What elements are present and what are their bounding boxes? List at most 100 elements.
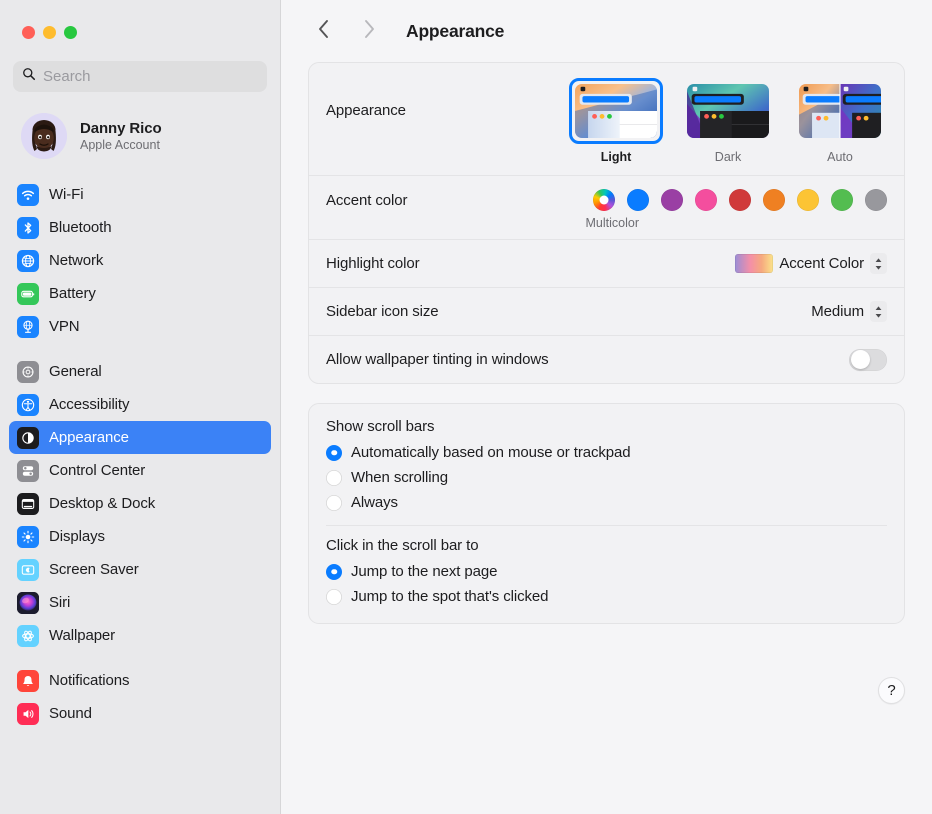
sidebar-item-sound[interactable]: Sound — [9, 697, 271, 730]
sidebar-icon-size-row[interactable]: Sidebar icon size Medium — [309, 287, 904, 335]
sidebar-item-network[interactable]: Network — [9, 244, 271, 277]
account-row[interactable]: Danny Rico Apple Account — [13, 106, 267, 166]
zoom-button[interactable] — [64, 26, 77, 39]
sidebar-item-screen-saver[interactable]: Screen Saver — [9, 553, 271, 586]
sidebar-item-accessibility[interactable]: Accessibility — [9, 388, 271, 421]
sidebar-item-label: Wallpaper — [49, 627, 115, 644]
wallpaper-tinting-toggle[interactable] — [849, 349, 887, 371]
theme-thumb-frame-light[interactable] — [569, 78, 663, 144]
control-center-icon — [17, 460, 39, 482]
sidebar-item-label: General — [49, 363, 102, 380]
sidebar-item-control-center[interactable]: Control Center — [9, 454, 271, 487]
sidebar-item-label: VPN — [49, 318, 80, 335]
notifications-icon — [17, 670, 39, 692]
toolbar: Appearance — [281, 0, 932, 62]
accent-swatch-green[interactable] — [831, 189, 853, 211]
search-field[interactable] — [13, 61, 267, 92]
wifi-icon — [17, 184, 39, 206]
highlight-color-label: Highlight color — [326, 255, 420, 272]
click-scroll-bar-title: Click in the scroll bar to — [326, 537, 887, 554]
wallpaper-tinting-label: Allow wallpaper tinting in windows — [326, 351, 549, 368]
radio-label: Always — [351, 494, 398, 511]
radio-label: Automatically based on mouse or trackpad — [351, 444, 630, 461]
sidebar-item-battery[interactable]: Battery — [9, 277, 271, 310]
help-button[interactable]: ? — [878, 677, 905, 704]
theme-thumb-frame-auto[interactable] — [793, 78, 887, 144]
scroll-bars-option-when-scrolling[interactable]: When scrolling — [326, 465, 887, 490]
sidebar-group-network: Wi-Fi Bluetooth Network — [9, 178, 271, 343]
accent-swatch-orange[interactable] — [763, 189, 785, 211]
accent-swatch-purple[interactable] — [661, 189, 683, 211]
chevron-updown-icon[interactable] — [870, 301, 887, 322]
scroll-bars-option-auto[interactable]: Automatically based on mouse or trackpad — [326, 440, 887, 465]
sidebar-item-label: Notifications — [49, 672, 129, 689]
sidebar-item-label: Desktop & Dock — [49, 495, 155, 512]
chevron-right-icon — [363, 19, 376, 44]
click-scroll-option-spot-clicked[interactable]: Jump to the spot that's clicked — [326, 584, 887, 609]
accent-swatch-red[interactable] — [729, 189, 751, 211]
sidebar-item-bluetooth[interactable]: Bluetooth — [9, 211, 271, 244]
highlight-color-row[interactable]: Highlight color Accent Color — [309, 239, 904, 287]
sidebar-item-label: Screen Saver — [49, 561, 139, 578]
radio-button[interactable] — [326, 564, 342, 580]
accent-swatches — [593, 189, 887, 211]
toggle-knob — [851, 350, 870, 369]
back-button[interactable] — [308, 16, 338, 46]
sidebar-item-label: Control Center — [49, 462, 145, 479]
sidebar-item-label: Network — [49, 252, 103, 269]
sidebar-item-general[interactable]: General — [9, 355, 271, 388]
wallpaper-icon — [17, 625, 39, 647]
sidebar-group-alerts: Notifications Sound — [9, 664, 271, 730]
sidebar-item-appearance[interactable]: Appearance — [9, 421, 271, 454]
sidebar-icon-size-popup[interactable]: Medium — [811, 301, 887, 322]
sidebar-item-label: Accessibility — [49, 396, 129, 413]
search-icon — [22, 67, 36, 86]
system-settings-window: Danny Rico Apple Account Wi-Fi Bluetooth — [0, 0, 932, 814]
radio-label: Jump to the next page — [351, 563, 497, 580]
accent-swatch-blue[interactable] — [627, 189, 649, 211]
scroll-bars-card: Show scroll bars Automatically based on … — [308, 403, 905, 624]
accent-swatch-pink[interactable] — [695, 189, 717, 211]
accent-color-caption: Multicolor — [326, 216, 887, 230]
wallpaper-tinting-row: Allow wallpaper tinting in windows — [309, 335, 904, 383]
chevron-updown-icon[interactable] — [870, 253, 887, 274]
sidebar-item-label: Sound — [49, 705, 92, 722]
radio-button[interactable] — [326, 445, 342, 461]
scroll-bars-option-always[interactable]: Always — [326, 490, 887, 515]
sidebar-item-displays[interactable]: Displays — [9, 520, 271, 553]
forward-button[interactable] — [354, 16, 384, 46]
search-input[interactable] — [43, 68, 258, 85]
appearance-settings-card: Appearance — [308, 62, 905, 384]
accent-swatch-multicolor[interactable] — [593, 189, 615, 211]
sidebar-item-notifications[interactable]: Notifications — [9, 664, 271, 697]
siri-icon — [17, 592, 39, 614]
theme-picker: Light — [569, 78, 887, 164]
sidebar-item-siri[interactable]: Siri — [9, 586, 271, 619]
sidebar-item-wallpaper[interactable]: Wallpaper — [9, 619, 271, 652]
radio-button[interactable] — [326, 495, 342, 511]
theme-option-light[interactable]: Light — [569, 78, 663, 164]
close-button[interactable] — [22, 26, 35, 39]
highlight-color-popup[interactable]: Accent Color — [735, 253, 887, 274]
sidebar: Danny Rico Apple Account Wi-Fi Bluetooth — [0, 0, 281, 814]
sidebar-item-vpn[interactable]: VPN — [9, 310, 271, 343]
theme-option-dark[interactable]: Dark — [681, 78, 775, 164]
minimize-button[interactable] — [43, 26, 56, 39]
sidebar-item-wifi[interactable]: Wi-Fi — [9, 178, 271, 211]
radio-button[interactable] — [326, 589, 342, 605]
radio-button[interactable] — [326, 470, 342, 486]
desktop-dock-icon — [17, 493, 39, 515]
highlight-color-value: Accent Color — [779, 255, 864, 272]
avatar — [21, 113, 67, 159]
sidebar-item-desktop-dock[interactable]: Desktop & Dock — [9, 487, 271, 520]
screen-saver-icon — [17, 559, 39, 581]
show-scroll-bars-title: Show scroll bars — [326, 418, 887, 435]
theme-option-auto[interactable]: Auto — [793, 78, 887, 164]
globe-icon — [17, 250, 39, 272]
click-scroll-option-next-page[interactable]: Jump to the next page — [326, 559, 887, 584]
accent-swatch-yellow[interactable] — [797, 189, 819, 211]
radio-label: When scrolling — [351, 469, 448, 486]
accent-swatch-graphite[interactable] — [865, 189, 887, 211]
theme-thumb-frame-dark[interactable] — [681, 78, 775, 144]
theme-label-auto: Auto — [827, 150, 853, 164]
